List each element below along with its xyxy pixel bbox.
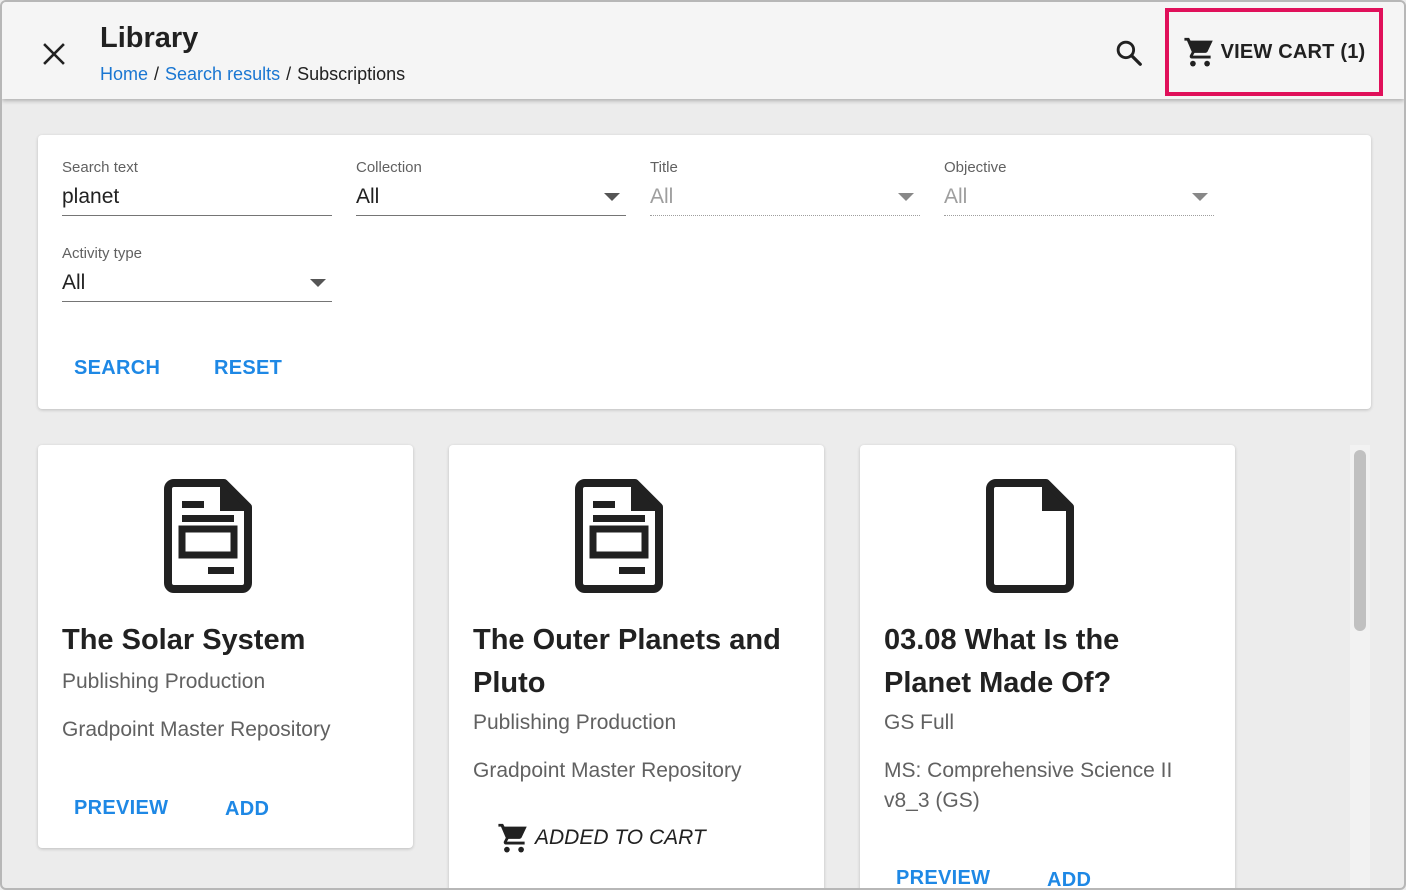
result-publisher: Publishing Production — [473, 711, 677, 734]
title-dropdown: All — [650, 184, 920, 216]
activity-type-value: All — [62, 271, 86, 294]
preview-button[interactable]: PREVIEW — [896, 867, 990, 888]
search-text-field[interactable]: Search text planet — [62, 159, 332, 216]
close-icon — [43, 43, 65, 65]
view-cart-button[interactable]: VIEW CART (1) — [1165, 8, 1383, 96]
view-cart-label: VIEW CART (1) — [1220, 40, 1366, 63]
result-repository: Gradpoint Master Repository — [62, 718, 331, 741]
activity-type-label: Activity type — [62, 245, 143, 262]
preview-button[interactable]: PREVIEW — [74, 797, 168, 820]
dropdown-arrow-icon — [1192, 193, 1208, 201]
add-button[interactable]: ADD — [1047, 869, 1091, 888]
result-repository: MS: Comprehensive Science II v8_3 (GS) — [884, 759, 1173, 812]
page-title: Library — [100, 22, 199, 54]
objective-value: All — [944, 185, 968, 208]
document-form-icon — [164, 479, 252, 593]
search-submit-button[interactable]: SEARCH — [74, 357, 160, 380]
document-form-icon — [575, 479, 663, 593]
result-card: The Outer Planets and Pluto Publishing P… — [449, 445, 824, 888]
title-select: Title All — [650, 159, 920, 216]
collection-dropdown[interactable]: All — [356, 184, 626, 216]
scrollbar-thumb[interactable] — [1354, 450, 1366, 631]
collection-value: All — [356, 185, 380, 208]
activity-type-dropdown[interactable]: All — [62, 270, 332, 302]
result-card: 03.08 What Is the Planet Made Of? GS Ful… — [860, 445, 1235, 888]
breadcrumb-current: Subscriptions — [297, 64, 406, 84]
dropdown-arrow-icon — [604, 193, 620, 201]
title-value: All — [650, 185, 674, 208]
dropdown-arrow-icon — [898, 193, 914, 201]
breadcrumb-search-results-link[interactable]: Search results — [165, 64, 280, 84]
search-text-label: Search text — [62, 159, 138, 176]
app-window: Library Home / Search results / Subscription… — [0, 0, 1406, 890]
search-filter-panel: Search text planet Collection All Title … — [38, 135, 1371, 409]
result-card: The Solar System Publishing Production G… — [38, 445, 413, 848]
search-text-input[interactable]: planet — [62, 184, 332, 216]
result-publisher: Publishing Production — [62, 670, 266, 693]
result-publisher: GS Full — [884, 711, 955, 734]
collection-select[interactable]: Collection All — [356, 159, 626, 216]
add-button[interactable]: ADD — [225, 798, 269, 821]
close-button[interactable] — [32, 32, 76, 76]
title-label: Title — [650, 159, 678, 176]
result-title[interactable]: 03.08 What Is the Planet Made Of? — [884, 619, 1214, 705]
reset-button[interactable]: RESET — [214, 357, 282, 380]
objective-select: Objective All — [944, 159, 1214, 216]
search-button[interactable] — [1106, 30, 1152, 76]
activity-type-select[interactable]: Activity type All — [62, 245, 332, 302]
result-title[interactable]: The Solar System — [62, 619, 392, 662]
cart-icon — [498, 823, 527, 853]
objective-dropdown: All — [944, 184, 1214, 216]
objective-label: Objective — [944, 159, 1007, 176]
collection-label: Collection — [356, 159, 422, 176]
result-repository: Gradpoint Master Repository — [473, 759, 742, 782]
app-header: Library Home / Search results / Subscription… — [2, 2, 1404, 99]
blank-document-icon — [986, 479, 1074, 593]
breadcrumb: Home / Search results / Subscriptions — [100, 64, 405, 85]
dropdown-arrow-icon — [310, 279, 326, 287]
search-icon — [1116, 40, 1142, 66]
result-title[interactable]: The Outer Planets and Pluto — [473, 619, 803, 705]
added-to-cart-label: ADDED TO CART — [535, 826, 706, 849]
added-to-cart-status: ADDED TO CART — [497, 821, 706, 855]
breadcrumb-separator: / — [154, 64, 160, 84]
cart-icon — [1183, 37, 1213, 67]
breadcrumb-home-link[interactable]: Home — [100, 64, 148, 84]
breadcrumb-separator: / — [286, 64, 292, 84]
